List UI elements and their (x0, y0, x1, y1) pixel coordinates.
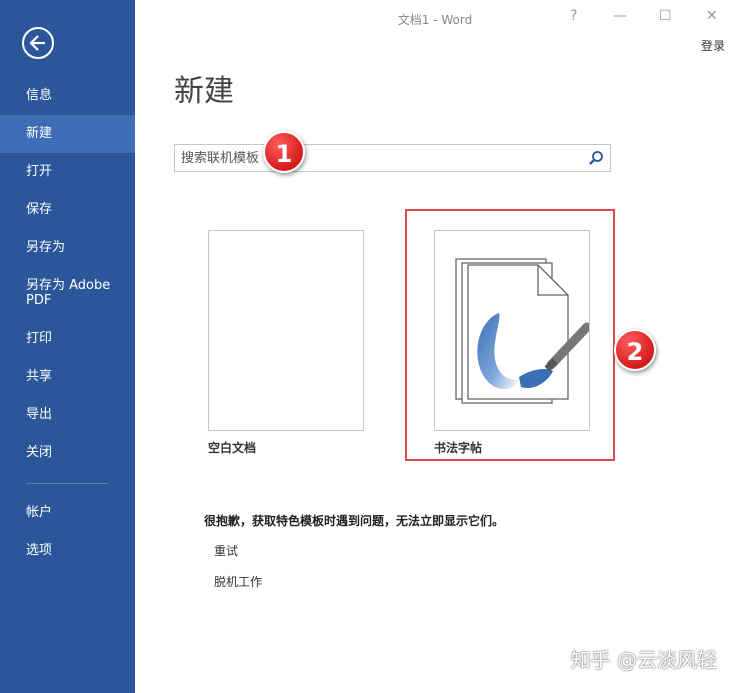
window-title: 文档1 - Word (397, 13, 473, 27)
nav-item-print[interactable]: 打印 (0, 327, 135, 351)
search-input[interactable] (181, 145, 581, 171)
nav-item-save-as-pdf[interactable]: 另存为 Adobe PDF (0, 278, 125, 310)
nav-item-new[interactable]: 新建 (0, 115, 135, 153)
nav-item-label: 共享 (26, 369, 53, 384)
nav-item-account[interactable]: 帐户 (0, 501, 135, 525)
nav-item-save[interactable]: 保存 (0, 198, 135, 222)
nav-item-label: 关闭 (26, 445, 53, 460)
annotation-badge-2: 2 (614, 329, 656, 371)
nav-item-close[interactable]: 关闭 (0, 441, 135, 465)
nav-separator (26, 483, 108, 484)
template-blank-label[interactable]: 空白文档 (208, 439, 256, 456)
retry-link[interactable]: 重试 (214, 542, 238, 559)
nav-item-label: 新建 (26, 126, 53, 141)
nav-item-label: 帐户 (26, 505, 53, 520)
offline-link[interactable]: 脱机工作 (214, 573, 262, 590)
template-blank-thumbnail[interactable] (208, 230, 364, 431)
nav-item-info[interactable]: 信息 (0, 84, 135, 108)
nav-item-export[interactable]: 导出 (0, 403, 135, 427)
search-box (174, 144, 611, 172)
watermark: 知乎 @云淡风轻 (570, 648, 717, 672)
backstage-sidebar: 信息 新建 打开 保存 另存为 另存为 Adobe PDF 打印 共享 导出 关… (0, 0, 135, 693)
login-link[interactable]: 登录 (701, 37, 725, 54)
nav-item-label: 打开 (26, 164, 53, 179)
annotation-badge-1: 1 (263, 131, 305, 173)
nav-item-label: 选项 (26, 543, 53, 558)
close-button[interactable]: ✕ (706, 8, 718, 24)
nav-item-options[interactable]: 选项 (0, 539, 135, 563)
nav-item-label: 信息 (26, 88, 53, 103)
nav-item-share[interactable]: 共享 (0, 365, 135, 389)
back-arrow-icon (29, 35, 45, 51)
highlight-box (405, 209, 615, 461)
nav-item-label: 打印 (26, 331, 53, 346)
nav-item-label: 保存 (26, 202, 53, 217)
nav-item-save-as[interactable]: 另存为 (0, 236, 135, 260)
help-button[interactable]: ? (570, 8, 577, 24)
back-button[interactable] (22, 27, 54, 59)
nav-item-open[interactable]: 打开 (0, 160, 135, 184)
error-message: 很抱歉，获取特色模板时遇到问题，无法立即显示它们。 (204, 514, 505, 528)
page-title: 新建 (174, 74, 234, 109)
search-icon[interactable] (588, 150, 604, 170)
nav-item-label: 导出 (26, 407, 53, 422)
minimize-button[interactable]: — (613, 8, 627, 24)
nav-item-label: 另存为 (26, 240, 66, 255)
nav-item-label: 另存为 Adobe PDF (26, 278, 111, 308)
maximize-button[interactable]: ☐ (659, 8, 672, 24)
